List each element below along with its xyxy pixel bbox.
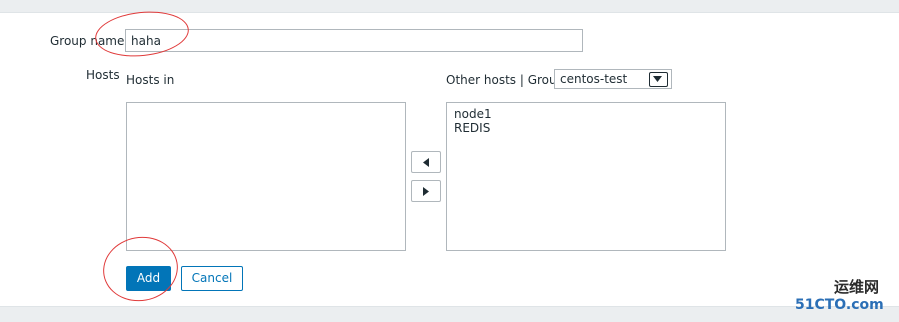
arrow-right-icon bbox=[423, 187, 429, 196]
arrow-left-icon bbox=[423, 158, 429, 167]
watermark-line2: 51CTO.com bbox=[795, 297, 884, 313]
watermark-line1: 运维网 bbox=[834, 278, 880, 296]
hosts-in-listbox[interactable] bbox=[126, 102, 406, 251]
cancel-button[interactable]: Cancel bbox=[181, 266, 243, 291]
move-left-button[interactable] bbox=[411, 151, 441, 173]
list-item[interactable]: REDIS bbox=[454, 121, 725, 135]
other-hosts-listbox[interactable]: node1 REDIS bbox=[446, 102, 726, 251]
list-item[interactable]: node1 bbox=[454, 107, 725, 121]
group-name-input[interactable] bbox=[125, 29, 583, 52]
other-hosts-label: Other hosts | Group bbox=[446, 73, 565, 87]
watermark-logo: 运维网 51CTO.com bbox=[790, 276, 899, 322]
hosts-in-label: Hosts in bbox=[126, 73, 175, 87]
chevron-down-icon[interactable] bbox=[649, 72, 668, 87]
move-right-button[interactable] bbox=[411, 180, 441, 202]
group-select[interactable]: centos-test bbox=[554, 69, 672, 89]
group-select-value: centos-test bbox=[560, 72, 628, 86]
hosts-label: Hosts bbox=[86, 68, 120, 82]
